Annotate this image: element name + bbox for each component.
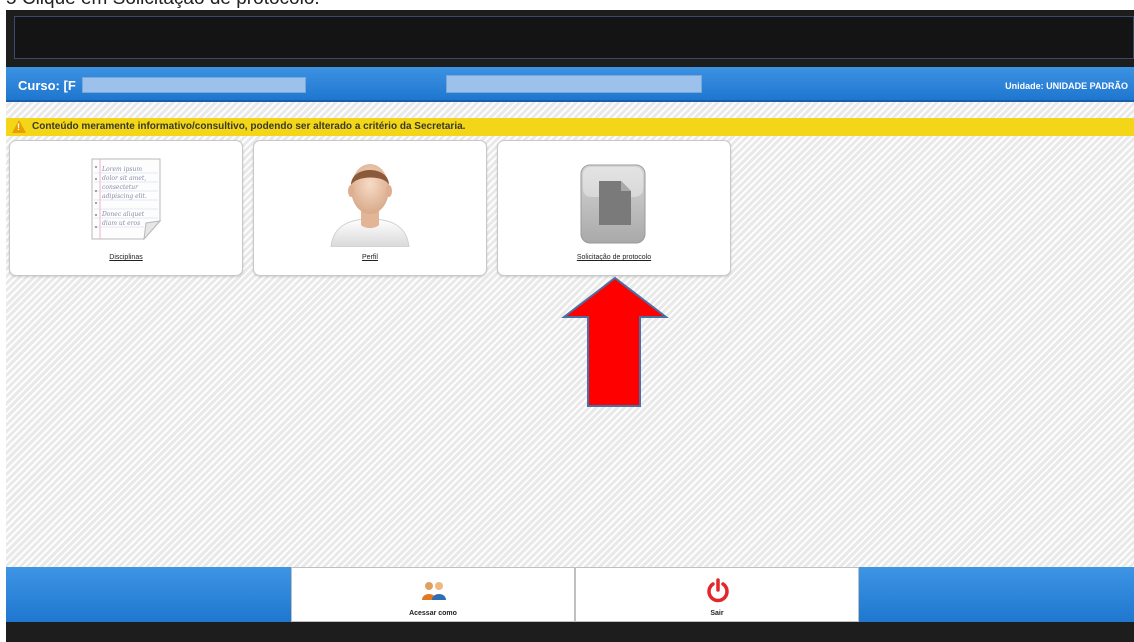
course-label: Curso: [F bbox=[18, 78, 76, 93]
tile-label-solicitacao-protocolo[interactable]: Solicitação de protocolo bbox=[498, 254, 730, 261]
user-profile-icon bbox=[325, 155, 415, 252]
warning-banner: ! Conteúdo meramente informativo/consult… bbox=[6, 118, 1134, 136]
notebook-icon: Lorem ipsum dolor sit amet, consectetur … bbox=[86, 155, 166, 250]
top-dark-panel bbox=[6, 10, 1134, 67]
header-redaction bbox=[446, 75, 702, 93]
notebook-line: consectetur bbox=[102, 184, 139, 191]
notebook-line: diam ut eros bbox=[102, 220, 140, 227]
top-dark-inner-field bbox=[14, 16, 1134, 59]
warning-icon: ! bbox=[12, 120, 26, 133]
logout-label: Sair bbox=[710, 610, 724, 617]
course-redaction bbox=[82, 77, 306, 93]
notebook-line: Donec aliquet bbox=[101, 211, 145, 218]
users-icon bbox=[422, 582, 446, 600]
tile-perfil[interactable]: Perfil bbox=[253, 140, 487, 276]
notebook-line: adipiscing elit. bbox=[102, 193, 147, 200]
access-as-label: Acessar como bbox=[409, 610, 457, 617]
notebook-line: dolor sit amet, bbox=[102, 175, 146, 182]
notebook-line: Lorem ipsum bbox=[101, 166, 142, 173]
tile-disciplinas[interactable]: Lorem ipsum dolor sit amet, consectetur … bbox=[9, 140, 243, 276]
unit-label: Unidade: UNIDADE PADRÃO bbox=[1005, 81, 1128, 91]
tile-label-perfil[interactable]: Perfil bbox=[254, 254, 486, 261]
instruction-text: 5 Clique em Solicitação de protocolo. bbox=[0, 0, 1134, 10]
warning-text: Conteúdo meramente informativo/consultiv… bbox=[32, 121, 466, 132]
power-icon bbox=[707, 578, 729, 603]
access-as-button[interactable]: Acessar como bbox=[291, 567, 575, 622]
document-icon bbox=[579, 163, 649, 250]
footer-bar: Acessar como Sair bbox=[6, 567, 1134, 622]
logout-button[interactable]: Sair bbox=[575, 567, 859, 622]
tile-label-disciplinas[interactable]: Disciplinas bbox=[10, 254, 242, 261]
tile-solicitacao-protocolo[interactable]: Solicitação de protocolo bbox=[497, 140, 731, 276]
red-arrow-annotation bbox=[561, 276, 669, 407]
header-bar: Curso: [F Unidade: UNIDADE PADRÃO bbox=[6, 67, 1134, 102]
bottom-dark-panel bbox=[6, 622, 1134, 642]
